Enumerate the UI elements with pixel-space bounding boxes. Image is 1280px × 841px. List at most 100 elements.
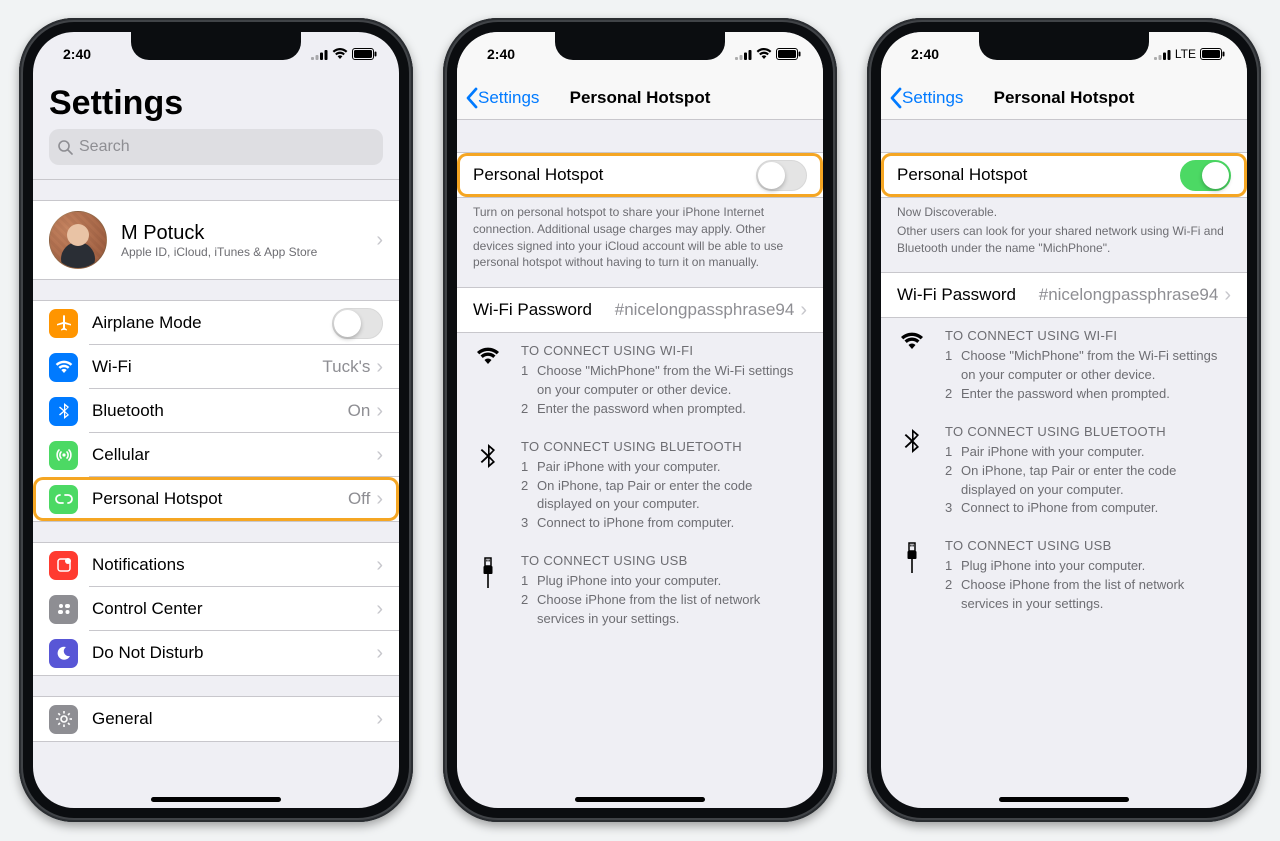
status-time: 2:40 xyxy=(63,46,91,62)
bluetooth-icon xyxy=(473,439,503,533)
chevron-right-icon: › xyxy=(376,489,383,509)
nav-bar: Settings Personal Hotspot xyxy=(881,76,1247,120)
connect-bt-section: TO CONNECT USING BLUETOOTH 1Pair iPhone … xyxy=(881,414,1247,528)
chevron-right-icon: › xyxy=(376,357,383,377)
connect-wifi-section: TO CONNECT USING WI-FI 1Choose "MichPhon… xyxy=(457,333,823,429)
battery-icon xyxy=(1200,48,1225,60)
phone-2: 2:40 Settings Personal Hotspot Personal … xyxy=(443,18,837,822)
chevron-right-icon: › xyxy=(376,599,383,619)
profile-name: M Potuck xyxy=(121,222,362,245)
chevron-right-icon: › xyxy=(376,643,383,663)
chevron-right-icon: › xyxy=(376,230,383,250)
hotspot-toggle-cell[interactable]: Personal Hotspot xyxy=(457,153,823,197)
nav-back-button[interactable]: Settings xyxy=(465,87,539,109)
notch xyxy=(555,32,725,60)
notifications-label: Notifications xyxy=(92,555,376,575)
page-title: Settings xyxy=(33,76,399,129)
bluetooth-value: On xyxy=(348,401,371,421)
connect-bt-step: On iPhone, tap Pair or enter the code di… xyxy=(961,462,1231,500)
nav-back-label: Settings xyxy=(902,88,963,108)
general-cell[interactable]: General › xyxy=(33,697,399,741)
connect-usb-step: Plug iPhone into your computer. xyxy=(537,572,721,591)
control-center-cell[interactable]: Control Center › xyxy=(33,587,399,631)
bluetooth-icon xyxy=(49,397,78,426)
home-indicator[interactable] xyxy=(999,797,1129,802)
chevron-right-icon: › xyxy=(376,709,383,729)
wifi-icon xyxy=(756,48,772,60)
nav-back-button[interactable]: Settings xyxy=(889,87,963,109)
wifi-password-cell[interactable]: Wi-Fi Password #nicelongpassphrase94 › xyxy=(881,273,1247,317)
notifications-cell[interactable]: Notifications › xyxy=(33,543,399,587)
notch xyxy=(131,32,301,60)
hotspot-on-footer1: Now Discoverable. xyxy=(881,198,1247,221)
home-indicator[interactable] xyxy=(575,797,705,802)
connect-wifi-section: TO CONNECT USING WI-FI 1Choose "MichPhon… xyxy=(881,318,1247,414)
hotspot-label: Personal Hotspot xyxy=(92,489,348,509)
cellular-cell[interactable]: Cellular › xyxy=(33,433,399,477)
wifi-icon xyxy=(897,328,927,404)
chevron-right-icon: › xyxy=(376,445,383,465)
chevron-right-icon: › xyxy=(1224,285,1231,305)
wifi-password-value: #nicelongpassphrase94 xyxy=(615,300,795,320)
bluetooth-cell[interactable]: Bluetooth On › xyxy=(33,389,399,433)
hotspot-on-screen: 2:40 LTE Settings Personal Hotspot Perso… xyxy=(881,32,1247,808)
nav-title: Personal Hotspot xyxy=(994,88,1135,108)
hotspot-switch-on[interactable] xyxy=(1180,160,1231,191)
dnd-label: Do Not Disturb xyxy=(92,643,376,663)
chevron-right-icon: › xyxy=(800,300,807,320)
phone-1: 2:40 Settings Search M Potuck Apple ID, … xyxy=(19,18,413,822)
connect-usb-step: Choose iPhone from the list of network s… xyxy=(537,591,807,629)
airplane-mode-cell[interactable]: Airplane Mode xyxy=(33,301,399,345)
airplane-switch[interactable] xyxy=(332,308,383,339)
connect-bt-step: Pair iPhone with your computer. xyxy=(537,458,721,477)
hotspot-switch-off[interactable] xyxy=(756,160,807,191)
cellular-label: Cellular xyxy=(92,445,376,465)
connect-bt-section: TO CONNECT USING BLUETOOTH 1Pair iPhone … xyxy=(457,429,823,543)
connect-usb-section: TO CONNECT USING USB 1Plug iPhone into y… xyxy=(881,528,1247,624)
hotspot-icon xyxy=(49,485,78,514)
hotspot-on-footer2: Other users can look for your shared net… xyxy=(881,221,1247,257)
general-label: General xyxy=(92,709,376,729)
wifi-value: Tuck's xyxy=(322,357,370,377)
dnd-cell[interactable]: Do Not Disturb › xyxy=(33,631,399,675)
battery-icon xyxy=(352,48,377,60)
carrier-mode: LTE xyxy=(1175,47,1196,61)
status-time: 2:40 xyxy=(911,46,939,62)
chevron-right-icon: › xyxy=(376,401,383,421)
notch xyxy=(979,32,1149,60)
bluetooth-label: Bluetooth xyxy=(92,401,348,421)
wifi-password-label: Wi-Fi Password xyxy=(473,300,615,320)
connect-usb-step: Choose iPhone from the list of network s… xyxy=(961,576,1231,614)
apple-id-cell[interactable]: M Potuck Apple ID, iCloud, iTunes & App … xyxy=(33,201,399,279)
nav-bar: Settings Personal Hotspot xyxy=(457,76,823,120)
wifi-password-cell[interactable]: Wi-Fi Password #nicelongpassphrase94 › xyxy=(457,288,823,332)
phone-3: 2:40 LTE Settings Personal Hotspot Perso… xyxy=(867,18,1261,822)
connect-bt-step: Connect to iPhone from computer. xyxy=(537,514,734,533)
control-center-label: Control Center xyxy=(92,599,376,619)
connect-bt-step: Connect to iPhone from computer. xyxy=(961,499,1158,518)
home-indicator[interactable] xyxy=(151,797,281,802)
cellular-signal-icon xyxy=(311,49,328,60)
moon-icon xyxy=(49,639,78,668)
search-input[interactable]: Search xyxy=(49,129,383,165)
wifi-icon xyxy=(49,353,78,382)
search-placeholder: Search xyxy=(79,138,130,156)
hotspot-off-footer: Turn on personal hotspot to share your i… xyxy=(457,198,823,271)
hotspot-toggle-label: Personal Hotspot xyxy=(473,165,756,185)
wifi-password-label: Wi-Fi Password xyxy=(897,285,1039,305)
connect-bt-title: TO CONNECT USING BLUETOOTH xyxy=(945,424,1231,439)
settings-root-screen: 2:40 Settings Search M Potuck Apple ID, … xyxy=(33,32,399,808)
wifi-cell[interactable]: Wi-Fi Tuck's › xyxy=(33,345,399,389)
usb-icon xyxy=(473,553,503,629)
nav-title: Personal Hotspot xyxy=(570,88,711,108)
personal-hotspot-cell[interactable]: Personal Hotspot Off › xyxy=(33,477,399,521)
gear-icon xyxy=(49,705,78,734)
connect-usb-title: TO CONNECT USING USB xyxy=(945,538,1231,553)
status-time: 2:40 xyxy=(487,46,515,62)
connect-wifi-step: Choose "MichPhone" from the Wi-Fi settin… xyxy=(961,347,1231,385)
hotspot-value: Off xyxy=(348,489,370,509)
chevron-left-icon xyxy=(465,87,478,109)
hotspot-toggle-cell[interactable]: Personal Hotspot xyxy=(881,153,1247,197)
wifi-label: Wi-Fi xyxy=(92,357,322,377)
wifi-icon xyxy=(473,343,503,419)
